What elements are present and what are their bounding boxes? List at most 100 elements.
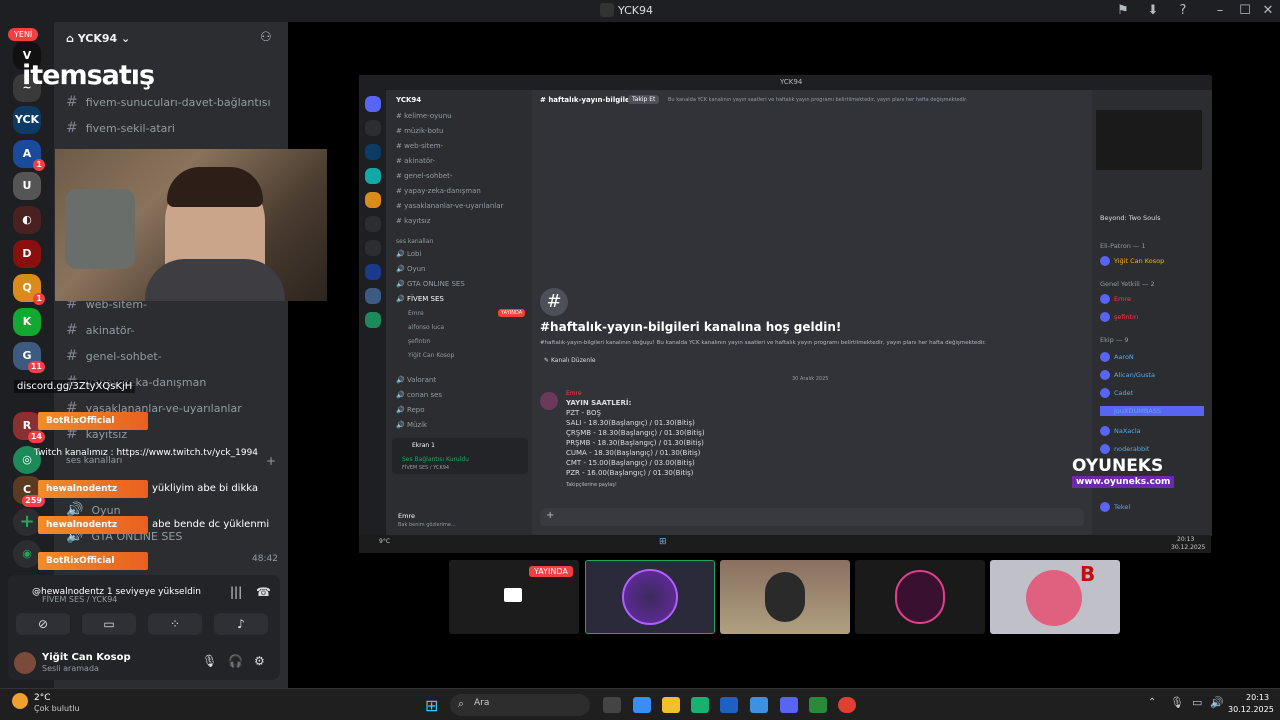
edit-channel-button[interactable]: ✎ Kanalı Düzenle <box>544 357 596 364</box>
download-icon[interactable]: ⬇ <box>1145 3 1161 19</box>
add-friend-icon[interactable]: ⚇ <box>260 30 272 45</box>
clock-date[interactable]: 30.12.2025 <box>1228 705 1274 714</box>
server-icon[interactable] <box>365 192 381 208</box>
member-item[interactable]: JouXDUMBASS <box>1100 406 1204 416</box>
member-item[interactable]: şefintırı <box>1100 312 1138 322</box>
add-server-icon[interactable]: + <box>13 508 41 536</box>
server-icon[interactable]: U <box>13 172 41 200</box>
server-icon[interactable]: G 11 <box>13 342 45 373</box>
mic-icon[interactable]: 🎙 <box>202 654 217 668</box>
app-icon[interactable] <box>809 697 827 713</box>
voice-channel[interactable]: 🔊 Valorant <box>396 376 436 384</box>
participant-tile[interactable] <box>855 560 985 634</box>
add-channel-icon[interactable]: + <box>266 454 276 468</box>
avatar[interactable] <box>14 652 36 674</box>
discover-icon[interactable]: ◉ <box>13 540 41 568</box>
network-icon[interactable]: ▭ <box>1192 696 1202 709</box>
screenshare-button[interactable]: ▭ <box>82 613 136 635</box>
server-icon[interactable] <box>365 96 381 112</box>
channel-item[interactable]: # genel-sohbet- <box>396 172 452 180</box>
camera-off-button[interactable]: ⊘ <box>16 613 70 635</box>
server-icon[interactable]: YCK <box>13 106 41 134</box>
search-input[interactable]: ⌕ Ara <box>450 694 590 716</box>
voice-channel[interactable]: 🔊 conan ses <box>396 391 442 399</box>
server-icon[interactable] <box>365 216 381 232</box>
channel-item[interactable]: # web-sitem- <box>396 142 443 150</box>
clock-time[interactable]: 20:13 <box>1246 693 1269 702</box>
noise-icon[interactable]: ||| <box>230 585 242 599</box>
chrome-icon[interactable] <box>838 697 856 713</box>
start-icon[interactable]: ⊞ <box>425 696 438 715</box>
headset-icon[interactable]: 🎧 <box>228 654 243 668</box>
channel-item[interactable]: # genel-sohbet- <box>66 348 162 364</box>
voice-channel[interactable]: 🔊 GTA ONLINE SES <box>396 280 465 288</box>
mic-tray-icon[interactable]: 🎙 <box>1170 696 1184 709</box>
channel-item[interactable]: # fivem-sekil-atari <box>66 120 175 136</box>
message-input[interactable]: + <box>540 508 1084 526</box>
channel-item[interactable]: # akinatör- <box>66 322 134 338</box>
voice-channel[interactable]: 🔊 FİVEM SES <box>396 295 444 303</box>
participant-tile[interactable] <box>585 560 715 634</box>
voice-channel[interactable]: 🔊 Lobi <box>396 250 421 258</box>
disconnect-icon[interactable]: ☎ <box>256 585 271 599</box>
participant-tile[interactable]: B <box>990 560 1120 634</box>
member-item[interactable]: Cadet <box>1100 388 1133 398</box>
follow-button[interactable]: Takip Et <box>628 95 660 104</box>
server-icon[interactable] <box>365 240 381 256</box>
server-header[interactable]: ⌂ YCK94 ⌄ <box>66 32 130 45</box>
copilot-icon[interactable] <box>633 697 651 713</box>
voice-user[interactable]: Emre <box>408 310 424 317</box>
task-view-icon[interactable] <box>603 697 621 713</box>
participant-tile[interactable]: YAYINDA <box>449 560 579 634</box>
voice-channel[interactable]: 🔊 Oyun <box>396 265 425 273</box>
voice-channel[interactable]: 🔊 Müzik <box>396 421 427 429</box>
soundboard-button[interactable]: ♪ <box>214 613 268 635</box>
member-item[interactable]: AaroN <box>1100 352 1134 362</box>
voice-category[interactable]: ses kanalları <box>396 238 434 245</box>
channel-item[interactable]: # yasaklananlar-ve-uyarılanlar <box>396 202 503 210</box>
channel-item[interactable]: # fivem-sunucuları-davet-bağlantısı <box>66 94 271 110</box>
volume-icon[interactable]: 🔊 <box>1210 696 1224 709</box>
channel-item[interactable]: # yapay-zeka-danışman <box>396 187 481 195</box>
server-icon[interactable] <box>365 312 381 328</box>
file-explorer-icon[interactable] <box>662 697 680 713</box>
voice-channel[interactable]: 🔊 Repo <box>396 406 425 414</box>
server-icon[interactable] <box>365 288 381 304</box>
server-icon[interactable]: D <box>13 240 41 268</box>
voice-user[interactable]: şefintırı <box>408 338 431 345</box>
store-icon[interactable] <box>720 697 738 713</box>
member-item[interactable]: Tekel <box>1100 502 1130 512</box>
member-item[interactable]: Yiğit Can Kosop <box>1100 256 1164 266</box>
activities-button[interactable]: ⁘ <box>148 613 202 635</box>
server-icon[interactable] <box>365 168 381 184</box>
inbox-icon[interactable]: ⚑ <box>1115 3 1131 19</box>
avatar[interactable] <box>540 392 558 410</box>
channel-item[interactable]: # kelime-oyunu <box>396 112 452 120</box>
maximize-icon[interactable]: ☐ <box>1237 3 1253 19</box>
settings-gear-icon[interactable]: ⚙ <box>254 654 265 668</box>
voice-user[interactable]: alfonso luca <box>408 324 444 331</box>
channel-item[interactable]: # kayıtsız <box>396 217 430 225</box>
settings-icon[interactable] <box>750 697 768 713</box>
participant-tile[interactable] <box>720 560 850 634</box>
server-icon[interactable]: A1 <box>13 140 45 171</box>
channel-item[interactable]: # müzik-botu <box>396 127 443 135</box>
edge-icon[interactable] <box>691 697 709 713</box>
msg-author[interactable]: Emre <box>566 390 582 397</box>
server-icon[interactable] <box>365 120 381 136</box>
channel-item[interactable]: # akinatör- <box>396 157 435 165</box>
server-icon[interactable]: Q1 <box>13 274 45 305</box>
tray-chevron-icon[interactable]: ⌃ <box>1148 697 1156 708</box>
member-item[interactable]: noderabbit <box>1100 444 1149 454</box>
discord-icon[interactable] <box>780 697 798 713</box>
server-icon[interactable]: R 14 <box>13 412 45 443</box>
voice-user[interactable]: Yiğit Can Kosop <box>408 352 454 359</box>
server-icon[interactable]: ◐ <box>13 206 41 234</box>
close-icon[interactable]: ✕ <box>1260 3 1276 19</box>
server-icon[interactable] <box>365 264 381 280</box>
server-name[interactable]: YCK94 <box>396 96 421 104</box>
member-item[interactable]: Alican/Gusta <box>1100 370 1155 380</box>
member-item[interactable]: NaXacla <box>1100 426 1141 436</box>
help-icon[interactable]: ? <box>1175 3 1191 19</box>
start-icon[interactable]: ⊞ <box>659 537 667 547</box>
